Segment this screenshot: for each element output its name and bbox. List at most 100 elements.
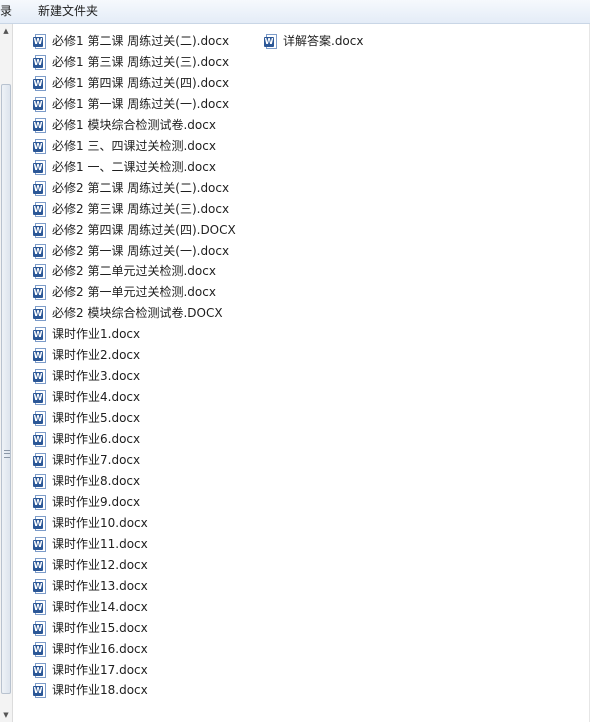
file-name: 必修1 模块综合检测试卷.docx [52, 118, 216, 132]
file-item[interactable]: W 课时作业18.docx [33, 681, 148, 700]
word-document-icon: W [264, 34, 278, 49]
new-folder-button[interactable]: 新建文件夹 [38, 3, 98, 20]
file-name: 课时作业11.docx [52, 537, 148, 551]
file-item[interactable]: W 课时作业4.docx [33, 388, 140, 407]
file-name: 课时作业2.docx [52, 348, 141, 362]
file-item[interactable]: W 课时作业10.docx [33, 514, 148, 533]
word-document-icon: W [33, 600, 47, 615]
file-item[interactable]: W 课时作业7.docx [33, 451, 140, 470]
file-name: 必修1 三、四课过关检测.docx [52, 139, 216, 153]
word-document-icon: W [33, 202, 47, 217]
file-item[interactable]: W 必修1 第四课 周练过关(四).docx [33, 74, 229, 93]
file-item[interactable]: W 课时作业15.docx [33, 619, 148, 638]
scroll-down-arrow-icon[interactable]: ▼ [1, 710, 11, 720]
file-name: 必修2 第四课 周练过关(四).DOCX [52, 223, 236, 237]
scroll-up-arrow-icon[interactable]: ▲ [1, 26, 11, 36]
word-document-icon: W [33, 55, 47, 70]
file-item[interactable]: W 必修2 第一单元过关检测.docx [33, 283, 216, 302]
file-name: 课时作业16.docx [52, 642, 148, 656]
word-document-icon: W [33, 558, 47, 573]
file-name: 必修2 第一课 周练过关(一).docx [52, 244, 230, 258]
file-item[interactable]: W 必修1 第一课 周练过关(一).docx [33, 95, 229, 114]
word-document-icon: W [33, 306, 47, 321]
word-document-icon: W [33, 369, 47, 384]
file-name: 课时作业17.docx [52, 663, 148, 677]
file-name: 必修2 第二单元过关检测.docx [52, 264, 216, 278]
file-item[interactable]: W 必修2 模块综合检测试卷.DOCX [33, 304, 223, 323]
word-document-icon: W [33, 264, 47, 279]
file-name: 课时作业3.docx [52, 369, 141, 383]
file-name: 必修2 模块综合检测试卷.DOCX [52, 306, 223, 320]
file-name: 必修2 第二课 周练过关(二).docx [52, 181, 230, 195]
file-item[interactable]: W 必修1 第二课 周练过关(二).docx [33, 32, 229, 51]
word-document-icon: W [33, 348, 47, 363]
file-item[interactable]: W 课时作业8.docx [33, 472, 140, 491]
file-name: 课时作业8.docx [52, 474, 141, 488]
file-item[interactable]: W 课时作业1.docx [33, 325, 140, 344]
file-name: 必修2 第三课 周练过关(三).docx [52, 202, 230, 216]
file-item[interactable]: W 课时作业13.docx [33, 577, 148, 596]
word-document-icon: W [33, 432, 47, 447]
file-item[interactable]: W 课时作业16.docx [33, 640, 148, 659]
file-item[interactable]: W 必修2 第三课 周练过关(三).docx [33, 200, 229, 219]
word-document-icon: W [33, 223, 47, 238]
word-document-icon: W [33, 285, 47, 300]
scrollbar-thumb[interactable] [1, 84, 11, 694]
word-document-icon: W [33, 76, 47, 91]
word-document-icon: W [33, 663, 47, 678]
file-item[interactable]: W 课时作业11.docx [33, 535, 148, 554]
navigation-scrollbar[interactable]: ▲ ▼ [0, 24, 12, 722]
file-item[interactable]: W 必修2 第二课 周练过关(二).docx [33, 179, 229, 198]
file-name: 详解答案.docx [283, 34, 364, 48]
file-name: 必修1 第三课 周练过关(三).docx [52, 55, 230, 69]
word-document-icon: W [33, 453, 47, 468]
file-name: 课时作业13.docx [52, 579, 148, 593]
word-document-icon: W [33, 537, 47, 552]
word-document-icon: W [33, 579, 47, 594]
file-item[interactable]: W 必修2 第二单元过关检测.docx [33, 262, 216, 281]
file-name: 必修1 第二课 周练过关(二).docx [52, 34, 230, 48]
file-item[interactable]: W 课时作业9.docx [33, 493, 140, 512]
word-document-icon: W [33, 495, 47, 510]
word-document-icon: W [33, 181, 47, 196]
file-item[interactable]: W 课时作业3.docx [33, 367, 140, 386]
word-document-icon: W [33, 411, 47, 426]
word-document-icon: W [33, 390, 47, 405]
file-name: 必修1 第四课 周练过关(四).docx [52, 76, 230, 90]
toolbar-item-partial[interactable]: 录 [0, 3, 12, 20]
file-item[interactable]: W 必修1 三、四课过关检测.docx [33, 137, 216, 156]
file-name: 课时作业15.docx [52, 621, 148, 635]
word-document-icon: W [33, 97, 47, 112]
file-name: 课时作业9.docx [52, 495, 141, 509]
file-name: 课时作业12.docx [52, 558, 148, 572]
file-name: 课时作业18.docx [52, 683, 148, 697]
file-item[interactable]: W 详解答案.docx [264, 32, 363, 51]
file-item[interactable]: W 必修1 一、二课过关检测.docx [33, 158, 216, 177]
file-name: 必修2 第一单元过关检测.docx [52, 285, 216, 299]
file-name: 课时作业1.docx [52, 327, 141, 341]
scroll-grip-icon [4, 450, 10, 458]
word-document-icon: W [33, 642, 47, 657]
word-document-icon: W [33, 516, 47, 531]
file-item[interactable]: W 必修2 第四课 周练过关(四).DOCX [33, 221, 236, 240]
file-item[interactable]: W 必修1 模块综合检测试卷.docx [33, 116, 216, 135]
word-document-icon: W [33, 621, 47, 636]
word-document-icon: W [33, 160, 47, 175]
file-item[interactable]: W 课时作业14.docx [33, 598, 148, 617]
file-item[interactable]: W 必修2 第一课 周练过关(一).docx [33, 242, 229, 261]
file-item[interactable]: W 课时作业6.docx [33, 430, 140, 449]
file-name: 课时作业10.docx [52, 516, 148, 530]
word-document-icon: W [33, 34, 47, 49]
word-document-icon: W [33, 474, 47, 489]
word-document-icon: W [33, 139, 47, 154]
file-name: 课时作业7.docx [52, 453, 141, 467]
word-document-icon: W [33, 327, 47, 342]
file-item[interactable]: W 必修1 第三课 周练过关(三).docx [33, 53, 229, 72]
word-document-icon: W [33, 118, 47, 133]
file-item[interactable]: W 课时作业5.docx [33, 409, 140, 428]
file-name: 课时作业4.docx [52, 390, 141, 404]
file-item[interactable]: W 课时作业17.docx [33, 661, 148, 680]
file-name: 课时作业5.docx [52, 411, 141, 425]
file-item[interactable]: W 课时作业2.docx [33, 346, 140, 365]
file-item[interactable]: W 课时作业12.docx [33, 556, 148, 575]
